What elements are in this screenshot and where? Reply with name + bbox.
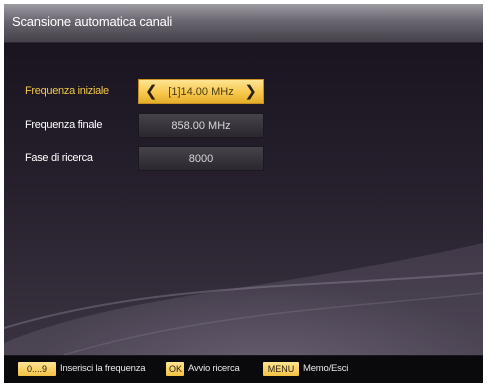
search-step-value: 8000 [188, 153, 214, 165]
page-title: Scansione automatica canali [12, 14, 173, 29]
start-frequency-value: [1]14.00 MHz [168, 86, 234, 98]
settings-panel: Frequenza iniziale ❮ [1]14.00 MHz ❯ Freq… [4, 43, 483, 355]
chevron-left-icon[interactable]: ❮ [145, 80, 158, 103]
start-frequency-label: Frequenza iniziale [25, 85, 109, 97]
menu-key[interactable]: MENU [263, 362, 299, 376]
search-step-label: Fase di ricerca [25, 152, 93, 164]
start-frequency-field[interactable]: ❮ [1]14.00 MHz ❯ [138, 79, 264, 104]
row-start-frequency[interactable]: Frequenza iniziale ❮ [1]14.00 MHz ❯ [4, 79, 483, 105]
row-end-frequency[interactable]: Frequenza finale 858.00 MHz [4, 113, 483, 139]
title-bar: Scansione automatica canali [4, 4, 483, 43]
ok-hint: Avvio ricerca [188, 363, 240, 374]
tv-menu-screen: Scansione automatica canali Frequenza in… [4, 4, 483, 383]
footer-hints: 0....9 Inserisci la frequenza OK Avvio r… [4, 356, 483, 383]
digits-key[interactable]: 0....9 [18, 362, 56, 376]
end-frequency-value: 858.00 MHz [171, 120, 231, 132]
row-search-step[interactable]: Fase di ricerca 8000 [4, 146, 483, 172]
end-frequency-label: Frequenza finale [25, 119, 103, 131]
menu-hint: Memo/Esci [303, 363, 349, 374]
chevron-right-icon[interactable]: ❯ [244, 80, 257, 103]
search-step-field[interactable]: 8000 [138, 146, 264, 171]
digits-hint: Inserisci la frequenza [60, 363, 146, 374]
end-frequency-field[interactable]: 858.00 MHz [138, 113, 264, 138]
ok-key[interactable]: OK [166, 362, 184, 376]
